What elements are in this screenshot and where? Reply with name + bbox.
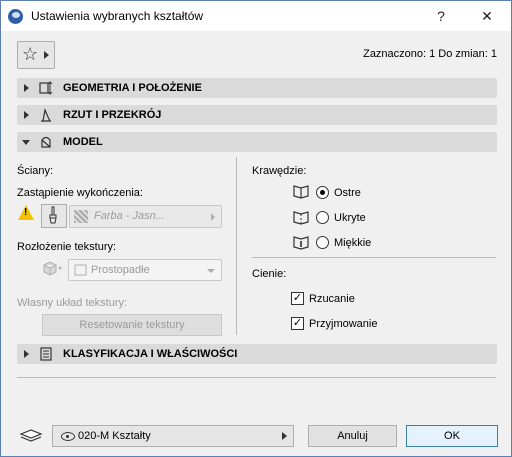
arrow-right-icon: [211, 213, 215, 221]
favorites-button[interactable]: ☆: [17, 41, 55, 69]
shadows-label: Cienie:: [252, 268, 287, 280]
floor-plan-icon: [41, 107, 51, 122]
title-bar: Ustawienia wybranych kształtów ? ✕: [1, 1, 511, 31]
ok-button[interactable]: OK: [406, 425, 498, 447]
layer-value: 020-M Kształty: [78, 430, 151, 442]
layer-select[interactable]: 020-M Kształty: [52, 425, 294, 447]
window-title: Ustawienia wybranych kształtów: [31, 9, 204, 23]
surface-value: Farba - Jasn...: [94, 210, 165, 222]
geometry-icon: [39, 81, 53, 95]
expand-arrow-icon: [24, 350, 29, 358]
surface-swatch: [74, 210, 88, 223]
document-list-icon: [40, 347, 52, 361]
dialog-body: ☆ Zaznaczono: 1 Do zmian: 1 GEOMETRIA I …: [1, 31, 511, 456]
eye-icon: [61, 432, 75, 441]
texture-cube-icon: [43, 261, 62, 276]
model-3d-icon: [41, 136, 51, 148]
section-label: RZUT I PRZEKRÓJ: [63, 109, 162, 121]
edges-smooth-label: Miękkie: [334, 237, 372, 249]
edges-smooth-radio[interactable]: [316, 236, 329, 249]
arrow-right-icon: [282, 432, 287, 440]
edges-label: Krawędzie:: [252, 165, 307, 177]
star-icon: ☆: [22, 44, 39, 64]
sharp-edges-icon: [293, 185, 309, 199]
custom-texture-label: Własny układ tekstury:: [17, 297, 128, 309]
layers-icon: [19, 429, 43, 442]
texture-mapping-value: Prostopadłe: [91, 264, 150, 276]
hidden-edges-icon: [293, 211, 309, 225]
cast-shadows-label: Rzucanie: [309, 293, 355, 305]
section-label: GEOMETRIA I POŁOŻENIE: [63, 82, 202, 94]
reset-texture-button[interactable]: Resetowanie tekstury: [42, 314, 222, 336]
section-geometry[interactable]: GEOMETRIA I POŁOŻENIE: [17, 78, 497, 98]
collapse-arrow-icon: [22, 140, 30, 145]
help-button[interactable]: ?: [421, 5, 461, 27]
warning-icon: !: [18, 205, 34, 220]
section-label: MODEL: [63, 136, 103, 148]
app-logo-icon: [8, 9, 23, 24]
chevron-down-icon: [207, 269, 215, 273]
walls-label: Ściany:: [17, 165, 54, 177]
footer-divider: [17, 377, 496, 378]
box-icon: [74, 264, 87, 276]
override-surface-label: Zastąpienie wykończenia:: [17, 187, 143, 199]
selection-info: Zaznaczono: 1 Do zmian: 1: [363, 48, 497, 60]
texture-mapping-label: Rozłożenie tekstury:: [17, 241, 117, 253]
section-model[interactable]: MODEL: [17, 132, 497, 152]
cancel-button[interactable]: Anuluj: [308, 425, 397, 447]
cast-shadows-checkbox[interactable]: ✓: [291, 292, 304, 305]
close-button[interactable]: ✕: [467, 5, 507, 27]
edges-hidden-label: Ukryte: [334, 212, 366, 224]
receive-shadows-label: Przyjmowanie: [309, 318, 378, 330]
edges-hidden-radio[interactable]: [316, 211, 329, 224]
paint-brush-icon: [49, 206, 57, 224]
edges-sharp-label: Ostre: [334, 187, 361, 199]
shadows-divider: [252, 257, 496, 258]
arrow-right-icon: [44, 51, 49, 59]
edges-sharp-radio[interactable]: [316, 186, 329, 199]
column-divider: [236, 157, 237, 335]
expand-arrow-icon: [24, 111, 29, 119]
surface-select[interactable]: Farba - Jasn...: [69, 205, 222, 228]
section-plan-section[interactable]: RZUT I PRZEKRÓJ: [17, 105, 497, 125]
texture-mapping-select[interactable]: Prostopadłe: [68, 259, 222, 281]
expand-arrow-icon: [24, 84, 29, 92]
section-label: KLASYFIKACJA I WŁAŚCIWOŚCI: [63, 348, 238, 360]
settings-dialog: Ustawienia wybranych kształtów ? ✕ ☆ Zaz…: [0, 0, 512, 457]
smooth-edges-icon: [293, 236, 309, 250]
receive-shadows-checkbox[interactable]: ✓: [291, 317, 304, 330]
override-surface-button[interactable]: [41, 204, 67, 228]
section-classification[interactable]: KLASYFIKACJA I WŁAŚCIWOŚCI: [17, 344, 497, 364]
